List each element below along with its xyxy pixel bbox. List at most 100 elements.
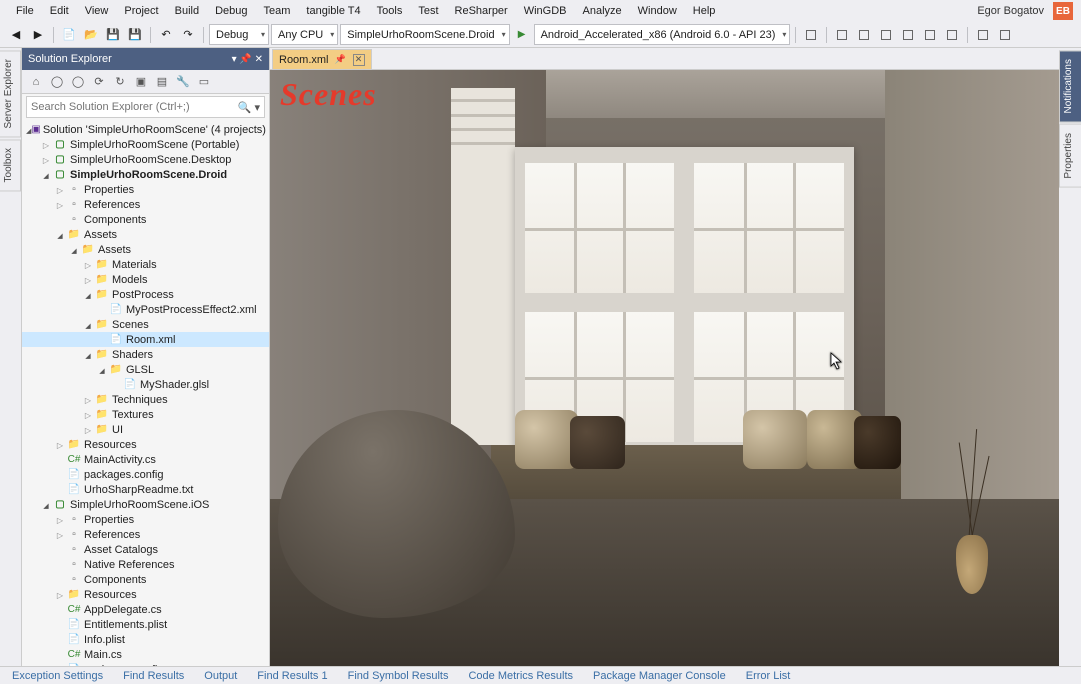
tree-node[interactable]: 📄Info.plist bbox=[22, 632, 269, 647]
tree-node[interactable]: ▢SimpleUrhoRoomScene.iOS bbox=[22, 497, 269, 512]
tree-node[interactable]: 📄UrhoSharpReadme.txt bbox=[22, 482, 269, 497]
status-error-list[interactable]: Error List bbox=[742, 670, 795, 682]
tool-icon-1[interactable] bbox=[801, 25, 821, 45]
tool-icon-9[interactable] bbox=[995, 25, 1015, 45]
expand-icon[interactable] bbox=[82, 395, 94, 405]
undo-icon[interactable]: ↶ bbox=[156, 25, 176, 45]
menu-test[interactable]: Test bbox=[410, 3, 446, 19]
tree-node[interactable]: 📁GLSL bbox=[22, 362, 269, 377]
tree-node[interactable]: ▫Properties bbox=[22, 182, 269, 197]
show-all-icon[interactable]: ▤ bbox=[152, 72, 172, 92]
tree-node[interactable]: 📄Entitlements.plist bbox=[22, 617, 269, 632]
nav-fwd-icon[interactable]: ▶ bbox=[28, 25, 48, 45]
solution-tree[interactable]: ▣Solution 'SimpleUrhoRoomScene' (4 proje… bbox=[22, 120, 269, 666]
properties-tab[interactable]: Properties bbox=[1059, 124, 1081, 188]
device-dropdown[interactable]: Android_Accelerated_x86 (Android 6.0 - A… bbox=[534, 24, 791, 45]
tree-node[interactable]: ▣Solution 'SimpleUrhoRoomScene' (4 proje… bbox=[22, 122, 269, 137]
expand-icon[interactable] bbox=[54, 515, 66, 525]
nav-back-icon[interactable]: ◀ bbox=[6, 25, 26, 45]
solution-explorer-header[interactable]: Solution Explorer ▾ 📌 ✕ bbox=[22, 48, 269, 70]
expand-icon[interactable] bbox=[82, 425, 94, 435]
preview-icon[interactable]: ▭ bbox=[194, 72, 214, 92]
tree-node[interactable]: ▫Asset Catalogs bbox=[22, 542, 269, 557]
expand-icon[interactable] bbox=[54, 185, 66, 195]
toolbox-tab[interactable]: Toolbox bbox=[0, 139, 21, 191]
expand-icon[interactable] bbox=[82, 410, 94, 420]
user-avatar[interactable]: EB bbox=[1053, 2, 1073, 20]
status-output[interactable]: Output bbox=[200, 670, 241, 682]
menu-debug[interactable]: Debug bbox=[207, 3, 255, 19]
server-explorer-tab[interactable]: Server Explorer bbox=[0, 50, 21, 137]
tab-close-icon[interactable]: ✕ bbox=[353, 54, 365, 66]
home-icon[interactable]: ⌂ bbox=[26, 72, 46, 92]
expand-icon[interactable] bbox=[68, 245, 80, 255]
tool-icon-7[interactable] bbox=[942, 25, 962, 45]
status-package-manager-console[interactable]: Package Manager Console bbox=[589, 670, 730, 682]
open-file-icon[interactable]: 📂 bbox=[81, 25, 101, 45]
expand-icon[interactable] bbox=[96, 365, 108, 375]
menu-analyze[interactable]: Analyze bbox=[575, 3, 630, 19]
notifications-tab[interactable]: Notifications bbox=[1059, 50, 1081, 122]
tree-node[interactable]: 📁Scenes bbox=[22, 317, 269, 332]
tree-node[interactable]: ▫References bbox=[22, 197, 269, 212]
tool-icon-3[interactable] bbox=[854, 25, 874, 45]
refresh-icon[interactable]: ↻ bbox=[110, 72, 130, 92]
tree-node[interactable]: ▢SimpleUrhoRoomScene (Portable) bbox=[22, 137, 269, 152]
tree-node[interactable]: C#AppDelegate.cs bbox=[22, 602, 269, 617]
expand-icon[interactable] bbox=[82, 260, 94, 270]
search-icon[interactable]: 🔍 ▾ bbox=[238, 101, 260, 114]
expand-icon[interactable] bbox=[54, 230, 66, 240]
menu-wingdb[interactable]: WinGDB bbox=[516, 3, 575, 19]
tree-node[interactable]: 📁Resources bbox=[22, 437, 269, 452]
tree-node[interactable]: ▢SimpleUrhoRoomScene.Droid bbox=[22, 167, 269, 182]
status-find-results-1[interactable]: Find Results 1 bbox=[253, 670, 331, 682]
redo-icon[interactable]: ↷ bbox=[178, 25, 198, 45]
back-icon[interactable]: ◯ bbox=[47, 72, 67, 92]
menu-project[interactable]: Project bbox=[116, 3, 166, 19]
status-find-results[interactable]: Find Results bbox=[119, 670, 188, 682]
pin-icon[interactable]: ▾ 📌 ✕ bbox=[232, 54, 263, 65]
tree-node[interactable]: 📁Assets bbox=[22, 227, 269, 242]
menu-resharper[interactable]: ReSharper bbox=[447, 3, 516, 19]
tree-node[interactable]: 📄Room.xml bbox=[22, 332, 269, 347]
tree-node[interactable]: ▫References bbox=[22, 527, 269, 542]
user-name[interactable]: Egor Bogatov bbox=[971, 5, 1050, 17]
scene-viewport[interactable]: Scenes bbox=[270, 70, 1059, 666]
status-find-symbol-results[interactable]: Find Symbol Results bbox=[344, 670, 453, 682]
expand-icon[interactable] bbox=[82, 290, 94, 300]
tree-node[interactable]: 📁UI bbox=[22, 422, 269, 437]
menu-view[interactable]: View bbox=[77, 3, 117, 19]
tool-icon-5[interactable] bbox=[898, 25, 918, 45]
tool-icon-6[interactable] bbox=[920, 25, 940, 45]
new-project-icon[interactable]: 📄 bbox=[59, 25, 79, 45]
expand-icon[interactable] bbox=[54, 440, 66, 450]
menu-team[interactable]: Team bbox=[256, 3, 299, 19]
solution-search-input[interactable] bbox=[31, 101, 238, 113]
tree-node[interactable]: 📁Assets bbox=[22, 242, 269, 257]
fwd-icon[interactable]: ◯ bbox=[68, 72, 88, 92]
expand-icon[interactable] bbox=[54, 530, 66, 540]
config-dropdown[interactable]: Debug bbox=[209, 24, 269, 45]
status-code-metrics-results[interactable]: Code Metrics Results bbox=[464, 670, 577, 682]
save-all-icon[interactable]: 💾 bbox=[125, 25, 145, 45]
expand-icon[interactable] bbox=[40, 170, 52, 180]
menu-edit[interactable]: Edit bbox=[42, 3, 77, 19]
tool-icon-4[interactable] bbox=[876, 25, 896, 45]
startup-project-dropdown[interactable]: SimpleUrhoRoomScene.Droid bbox=[340, 24, 509, 45]
tree-node[interactable]: 📁Textures bbox=[22, 407, 269, 422]
expand-icon[interactable] bbox=[40, 155, 52, 165]
menu-help[interactable]: Help bbox=[685, 3, 724, 19]
tool-icon-8[interactable] bbox=[973, 25, 993, 45]
tree-node[interactable]: 📄MyPostProcessEffect2.xml bbox=[22, 302, 269, 317]
expand-icon[interactable] bbox=[82, 275, 94, 285]
menu-window[interactable]: Window bbox=[630, 3, 685, 19]
collapse-icon[interactable]: ▣ bbox=[131, 72, 151, 92]
tool-icon-2[interactable] bbox=[832, 25, 852, 45]
tree-node[interactable]: C#Main.cs bbox=[22, 647, 269, 662]
tree-node[interactable]: ▫Components bbox=[22, 572, 269, 587]
status-exception-settings[interactable]: Exception Settings bbox=[8, 670, 107, 682]
start-debug-icon[interactable]: ▶ bbox=[512, 25, 532, 45]
properties-icon[interactable]: 🔧 bbox=[173, 72, 193, 92]
solution-search-box[interactable]: 🔍 ▾ bbox=[26, 96, 265, 118]
save-icon[interactable]: 💾 bbox=[103, 25, 123, 45]
